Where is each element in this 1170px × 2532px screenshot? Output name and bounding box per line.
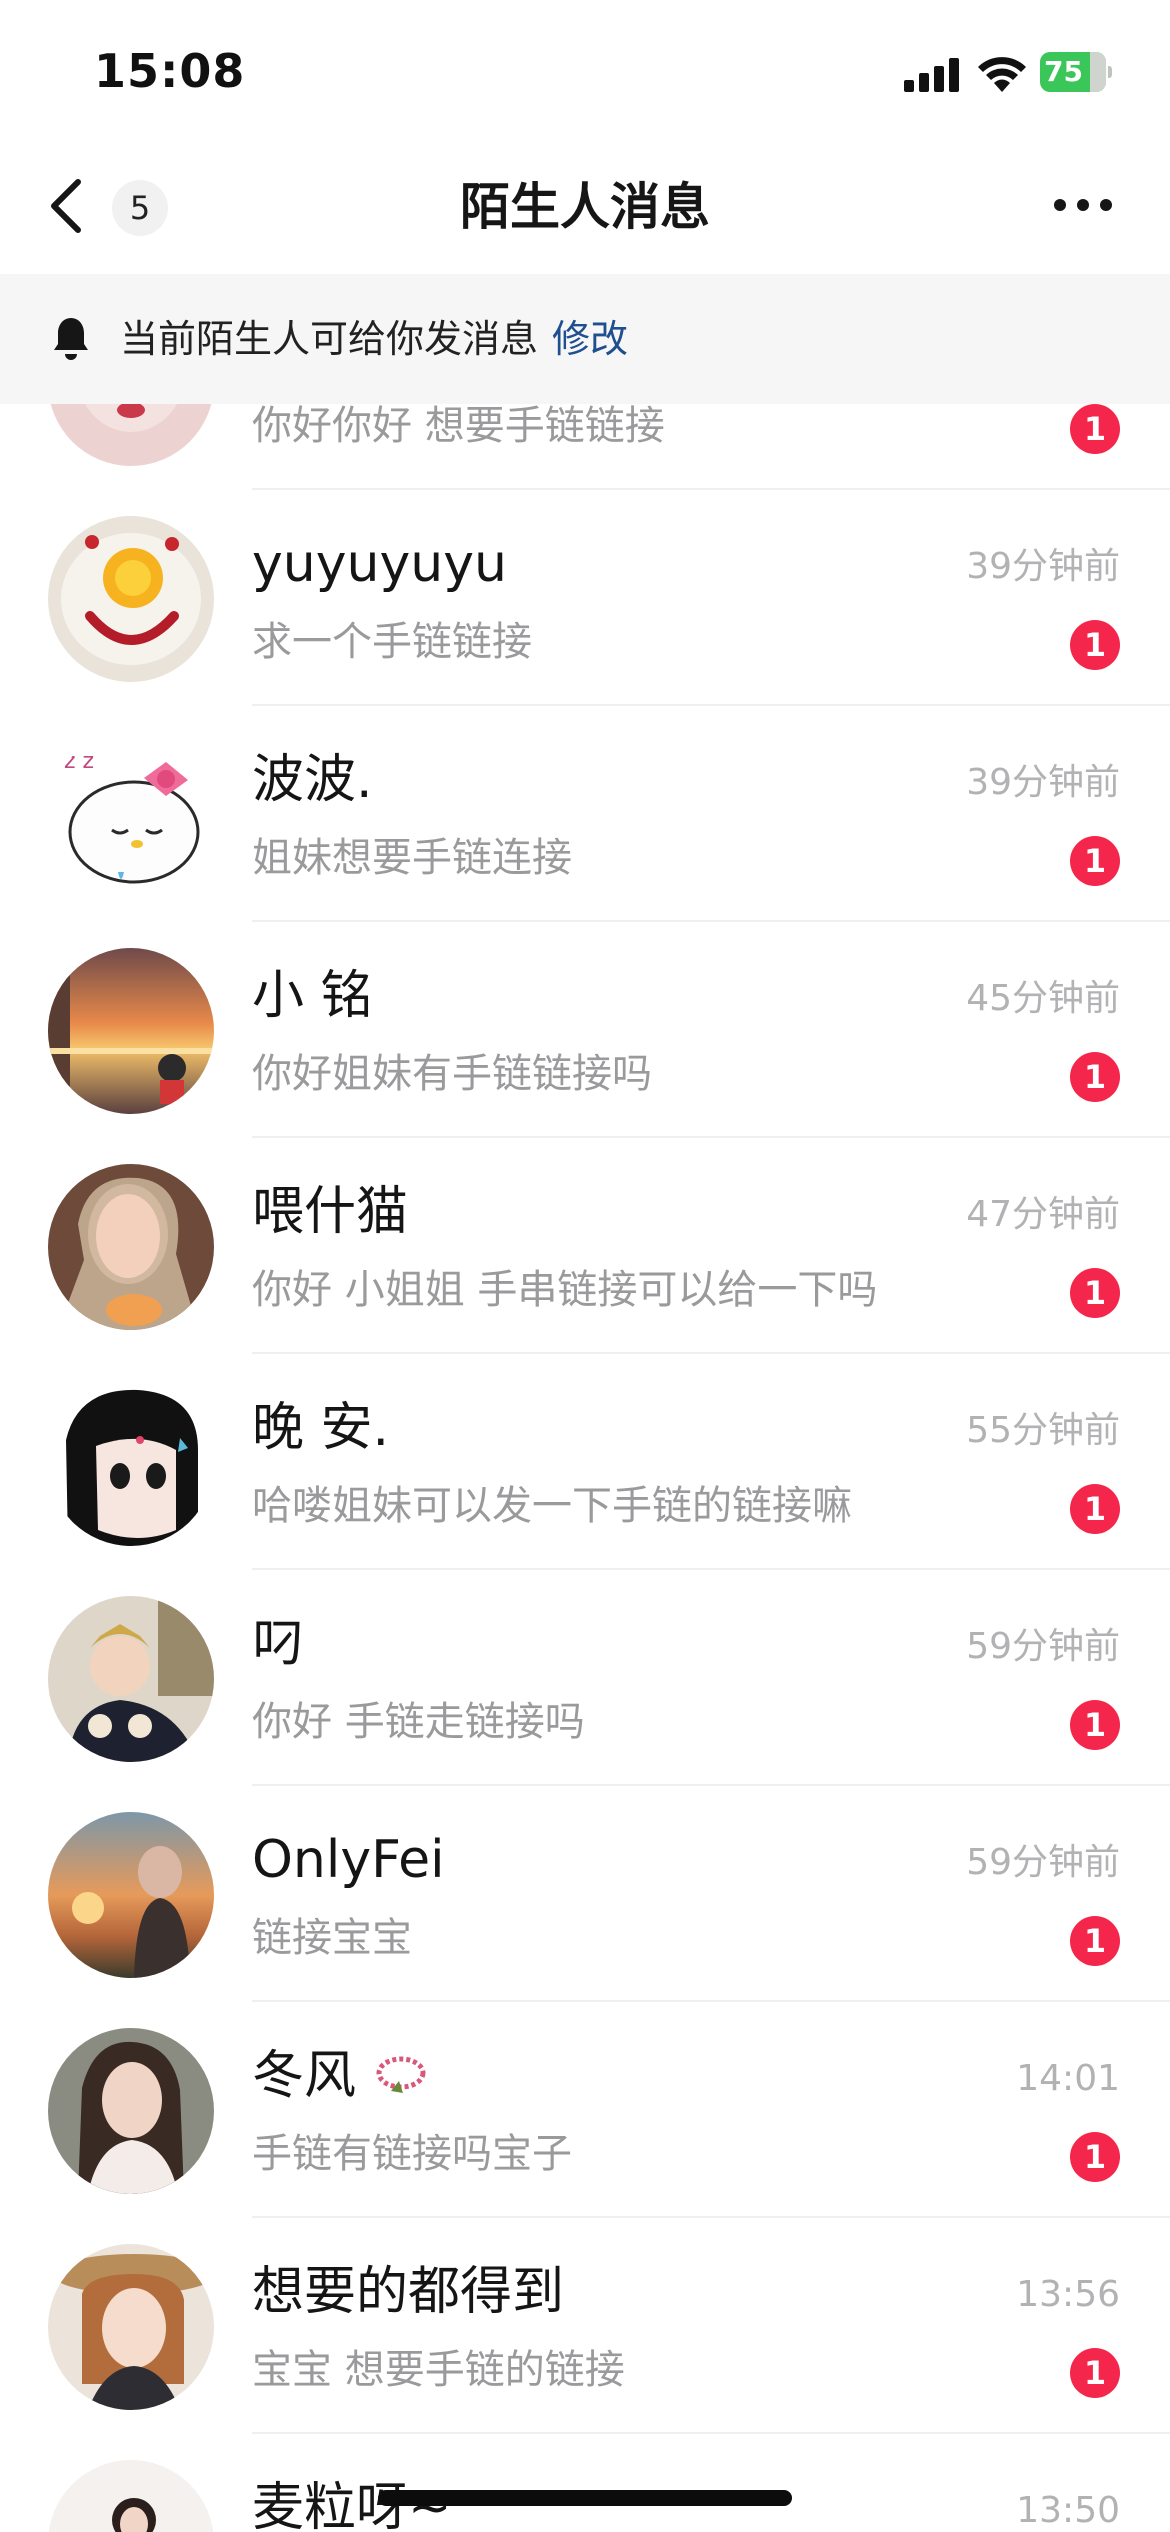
avatar [48, 404, 214, 466]
message-time: 47分钟前 [966, 1194, 1120, 1235]
contact-name: 想要的都得到 [252, 2262, 565, 2322]
battery-level: 75 [1044, 55, 1083, 88]
contact-name: 晚 安. [252, 1398, 390, 1458]
message-time: 13:56 [1016, 2274, 1120, 2315]
message-time: 59分钟前 [966, 1842, 1120, 1883]
unread-badge: 1 [1070, 1700, 1120, 1750]
status-bar: 15:08 75 [0, 0, 1170, 140]
unread-badge: 1 [1070, 1268, 1120, 1318]
avatar [48, 2460, 214, 2532]
modify-link[interactable]: 修改 [552, 317, 628, 361]
unread-badge: 1 [1070, 2132, 1120, 2182]
contact-name: yuyuyuyu [252, 534, 507, 594]
unread-badge: 1 [1070, 1484, 1120, 1534]
banner-message: 当前陌生人可给你发消息 [120, 317, 539, 361]
contact-name: 喂什猫 [252, 1182, 409, 1242]
message-row[interactable]: 叼 59分钟前 你好 手链走链接吗 1 [0, 1570, 1170, 1786]
svg-text:z z: z z [64, 749, 94, 774]
unread-badge: 1 [1070, 1916, 1120, 1966]
contact-name: 波波. [252, 750, 373, 810]
banner-text: 当前陌生人可给你发消息 修改 [120, 312, 628, 366]
signal-icon [904, 58, 959, 92]
unread-badge: 1 [1070, 2348, 1120, 2398]
message-preview: 你好姐妹有手链链接吗 [252, 1051, 652, 1097]
message-row[interactable]: 麦粒呀~ 13:50 [0, 2434, 1170, 2532]
message-preview: 你好 小姐姐 手串链接可以给一下吗 [252, 1267, 878, 1313]
message-row[interactable]: 你好你好 想要手链链接 1 [0, 404, 1170, 490]
battery-empty-portion [1090, 52, 1106, 92]
unread-badge: 1 [1070, 620, 1120, 670]
message-preview: 哈喽姐妹可以发一下手链的链接嘛 [252, 1483, 852, 1529]
message-list-scroll: 你好你好 想要手链链接 1 yuyuyuyu 39分钟前 求一个手链链接 1 z… [0, 404, 1170, 2532]
message-preview: 链接宝宝 [252, 1915, 412, 1961]
avatar: z z [48, 732, 214, 898]
wifi-icon [978, 57, 1026, 92]
message-row[interactable]: 喂什猫 47分钟前 你好 小姐姐 手串链接可以给一下吗 1 [0, 1138, 1170, 1354]
avatar [48, 948, 214, 1114]
message-row[interactable]: 冬风 14:01 手链有链接吗宝子 1 [0, 2002, 1170, 2218]
message-preview: 手链有链接吗宝子 [252, 2131, 572, 2177]
message-time: 13:50 [1016, 2490, 1120, 2531]
bell-icon [54, 318, 88, 360]
page-title: 陌生人消息 [460, 178, 710, 236]
battery-body: 75 [1040, 52, 1106, 92]
contact-name-text: 冬风 [252, 2046, 357, 2106]
avatar [48, 2028, 214, 2194]
message-preview: 你好 手链走链接吗 [252, 1699, 585, 1745]
stranger-message-banner: 当前陌生人可给你发消息 修改 [0, 274, 1170, 404]
avatar [48, 1812, 214, 1978]
avatar [48, 1596, 214, 1762]
unread-badge: 1 [1070, 836, 1120, 886]
unread-badge: 1 [1070, 1052, 1120, 1102]
message-preview: 姐妹想要手链连接 [252, 835, 572, 881]
avatar [48, 1380, 214, 1546]
battery-charging-icon: 75 [1040, 52, 1112, 92]
avatar [48, 2244, 214, 2410]
message-time: 45分钟前 [966, 978, 1120, 1019]
more-dots-icon[interactable] [1052, 190, 1114, 220]
contact-name: 冬风 [252, 2044, 429, 2108]
battery-cap [1108, 66, 1112, 78]
status-time: 15:08 [94, 44, 246, 98]
message-row[interactable]: 晚 安. 55分钟前 哈喽姐妹可以发一下手链的链接嘛 1 [0, 1354, 1170, 1570]
avatar [48, 516, 214, 682]
message-time: 39分钟前 [966, 546, 1120, 587]
message-preview: 宝宝 想要手链的链接 [252, 2347, 625, 2393]
message-row[interactable]: yuyuyuyu 39分钟前 求一个手链链接 1 [0, 490, 1170, 706]
unread-badge: 1 [1070, 404, 1120, 454]
message-row[interactable]: OnlyFei 59分钟前 链接宝宝 1 [0, 1786, 1170, 2002]
message-preview: 求一个手链链接 [252, 619, 532, 665]
nav-bar: 5 陌生人消息 [0, 140, 1170, 274]
contact-name: 叼 [252, 1614, 305, 1674]
message-list: 你好你好 想要手链链接 1 yuyuyuyu 39分钟前 求一个手链链接 1 z… [0, 404, 1170, 2532]
message-preview: 你好你好 想要手链链接 [252, 404, 665, 449]
message-row[interactable]: 想要的都得到 13:56 宝宝 想要手链的链接 1 [0, 2218, 1170, 2434]
message-row[interactable]: 小 铭 45分钟前 你好姐妹有手链链接吗 1 [0, 922, 1170, 1138]
message-time: 59分钟前 [966, 1626, 1120, 1667]
message-time: 39分钟前 [966, 762, 1120, 803]
message-time: 55分钟前 [966, 1410, 1120, 1451]
bracelet-emoji-icon [376, 2056, 426, 2093]
home-indicator[interactable] [378, 2490, 792, 2506]
contact-name: 小 铭 [252, 966, 373, 1026]
contact-name: OnlyFei [252, 1830, 445, 1890]
message-row[interactable]: z z 波波. 39分钟前 姐妹想要手链连接 1 [0, 706, 1170, 922]
avatar [48, 1164, 214, 1330]
message-time: 14:01 [1016, 2058, 1120, 2099]
